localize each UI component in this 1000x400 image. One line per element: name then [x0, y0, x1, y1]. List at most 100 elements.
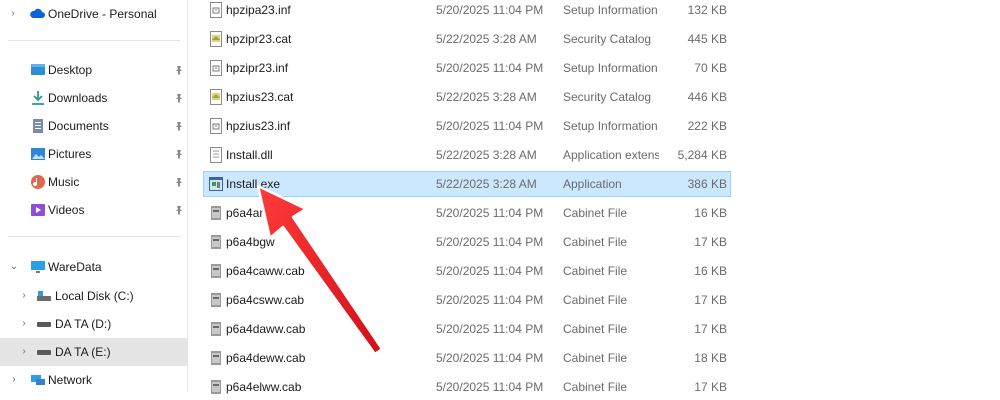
- file-name: Install.dll: [226, 148, 273, 162]
- file-date-modified: 5/20/2025 11:04 PM: [436, 322, 544, 336]
- nav-item-music[interactable]: Music: [0, 168, 188, 196]
- file-date-modified: 5/20/2025 11:04 PM: [436, 380, 544, 394]
- file-name: p6a4daww.cab: [226, 322, 306, 336]
- file-name: hpzipr23.cat: [226, 32, 292, 46]
- file-name: hpzipr23.inf: [226, 61, 289, 75]
- file-row[interactable]: hpzius23.cat 5/22/2025 3:28 AM Security Ca…: [203, 84, 731, 110]
- file-type: Setup Information: [563, 3, 658, 17]
- nav-label-pictures: Pictures: [48, 147, 92, 161]
- file-name: p6a4csww.cab: [226, 293, 305, 307]
- file-name: p6a4bgw: [226, 235, 275, 249]
- file-size: 17 KB: [694, 235, 727, 249]
- file-row[interactable]: hpzius23.inf 5/20/2025 11:04 PM Setup Info…: [203, 113, 731, 139]
- nav-label-desktop: Desktop: [48, 63, 93, 77]
- downloads-icon: [32, 91, 44, 105]
- file-name: hpzipa23.inf: [226, 3, 291, 17]
- file-size: 386 KB: [687, 177, 727, 191]
- file-date-modified: 5/20/2025 11:04 PM: [436, 119, 544, 133]
- cab-file-icon: [211, 235, 221, 249]
- cab-file-icon: [211, 264, 221, 278]
- file-row[interactable]: p6a4daww.cab 5/20/2025 11:04 PM Cabinet Fi…: [203, 316, 731, 342]
- file-row[interactable]: Install.dll 5/22/2025 3:28 AM Application …: [203, 142, 731, 168]
- chevron-right-icon[interactable]: ›: [19, 291, 29, 301]
- nav-item-this-pc[interactable]: ⌄ WareData: [0, 253, 188, 281]
- inf-file-icon: [210, 2, 222, 18]
- file-size: 445 KB: [687, 32, 727, 46]
- file-row[interactable]: p6a4elww.cab 5/20/2025 11:04 PM Cabinet Fi…: [203, 374, 731, 400]
- file-row[interactable]: p6a4caww.cab 5/20/2025 11:04 PM Cabinet Fi…: [203, 258, 731, 284]
- file-size: 17 KB: [694, 322, 727, 336]
- file-name: p6a4an: [226, 206, 267, 220]
- nav-item-network[interactable]: › Network: [0, 366, 188, 394]
- file-row[interactable]: p6a4csww.cab 5/20/2025 11:04 PM Cabinet Fi…: [203, 287, 731, 313]
- file-size: 446 KB: [687, 90, 727, 104]
- chevron-right-icon[interactable]: ›: [8, 9, 18, 19]
- file-type: Cabinet File: [563, 206, 628, 220]
- inf-file-icon: [210, 118, 222, 134]
- file-row[interactable]: hpzipa23.inf 5/20/2025 11:04 PM Setup Info…: [203, 0, 731, 23]
- pin-icon[interactable]: [174, 93, 184, 103]
- pin-icon[interactable]: [174, 121, 184, 131]
- nav-label-onedrive: OneDrive - Personal: [48, 7, 157, 21]
- file-size: 18 KB: [694, 351, 727, 365]
- file-date-modified: 5/20/2025 11:04 PM: [436, 3, 544, 17]
- cab-file-icon: [211, 351, 221, 365]
- chevron-right-icon[interactable]: ›: [19, 347, 29, 357]
- nav-label-music: Music: [48, 175, 80, 189]
- nav-label-this-pc: WareData: [48, 260, 102, 274]
- nav-item-desktop[interactable]: Desktop: [0, 56, 188, 84]
- catalog-file-icon: [210, 89, 222, 105]
- nav-item-local-disk-c[interactable]: › Local Disk (C:): [0, 282, 188, 310]
- file-row[interactable]: hpzipr23.cat 5/22/2025 3:28 AM Security Ca…: [203, 26, 731, 52]
- file-list: hpzipa23.inf 5/20/2025 11:04 PM Setup Info…: [188, 0, 1000, 394]
- file-size: 17 KB: [694, 380, 727, 394]
- file-date-modified: 5/20/2025 11:04 PM: [436, 293, 544, 307]
- nav-item-documents[interactable]: Documents: [0, 112, 188, 140]
- file-row[interactable]: hpzipr23.inf 5/20/2025 11:04 PM Setup Info…: [203, 55, 731, 81]
- pin-icon[interactable]: [174, 177, 184, 187]
- file-size: 70 KB: [694, 61, 727, 75]
- cab-file-icon: [211, 206, 221, 220]
- file-type: Cabinet File: [563, 235, 628, 249]
- file-type: Cabinet File: [563, 322, 628, 336]
- file-type: Setup Information: [563, 61, 658, 75]
- navigation-pane: › OneDrive - Personal Desktop Downloads …: [0, 0, 188, 392]
- chevron-down-icon[interactable]: ⌄: [9, 262, 19, 272]
- file-type: Cabinet File: [563, 351, 628, 365]
- nav-item-data-d[interactable]: › DA TA (D:): [0, 310, 188, 338]
- file-row[interactable]: p6a4deww.cab 5/20/2025 11:04 PM Cabinet Fi…: [203, 345, 731, 371]
- nav-divider: [8, 40, 180, 41]
- drive-icon: [37, 350, 51, 355]
- file-date-modified: 5/20/2025 11:04 PM: [436, 264, 544, 278]
- pin-icon[interactable]: [174, 65, 184, 75]
- computer-icon: [31, 261, 45, 273]
- file-type: Application: [563, 177, 622, 191]
- file-size: 222 KB: [687, 119, 727, 133]
- pin-icon[interactable]: [174, 149, 184, 159]
- pin-icon[interactable]: [174, 205, 184, 215]
- nav-item-downloads[interactable]: Downloads: [0, 84, 188, 112]
- onedrive-cloud-icon: [30, 8, 45, 18]
- file-name: hpzius23.cat: [226, 90, 294, 104]
- file-date-modified: 5/22/2025 3:28 AM: [436, 90, 537, 104]
- nav-item-data-e[interactable]: › DA TA (E:): [0, 338, 188, 366]
- nav-item-onedrive[interactable]: › OneDrive - Personal: [0, 0, 188, 28]
- file-row[interactable]: p6a4bgw 5/20/2025 11:04 PM Cabinet File 17 …: [203, 229, 731, 255]
- nav-divider: [8, 236, 180, 237]
- file-size: 16 KB: [694, 206, 727, 220]
- file-name: p6a4elww.cab: [226, 380, 302, 394]
- nav-item-videos[interactable]: Videos: [0, 196, 188, 224]
- nav-label-network: Network: [48, 373, 93, 387]
- file-row[interactable]: p6a4an 5/20/2025 11:04 PM Cabinet File 16 K…: [203, 200, 731, 226]
- file-size: 132 KB: [687, 3, 727, 17]
- chevron-right-icon[interactable]: ›: [9, 375, 19, 385]
- nav-item-pictures[interactable]: Pictures: [0, 140, 188, 168]
- file-row[interactable]: Install.exe 5/22/2025 3:28 AM Application 3…: [203, 171, 731, 197]
- file-size: 16 KB: [694, 264, 727, 278]
- file-name: hpzius23.inf: [226, 119, 291, 133]
- nav-label-videos: Videos: [48, 203, 85, 217]
- file-date-modified: 5/22/2025 3:28 AM: [436, 32, 537, 46]
- chevron-right-icon[interactable]: ›: [19, 319, 29, 329]
- file-type: Security Catalog: [563, 32, 652, 46]
- documents-icon: [33, 119, 43, 133]
